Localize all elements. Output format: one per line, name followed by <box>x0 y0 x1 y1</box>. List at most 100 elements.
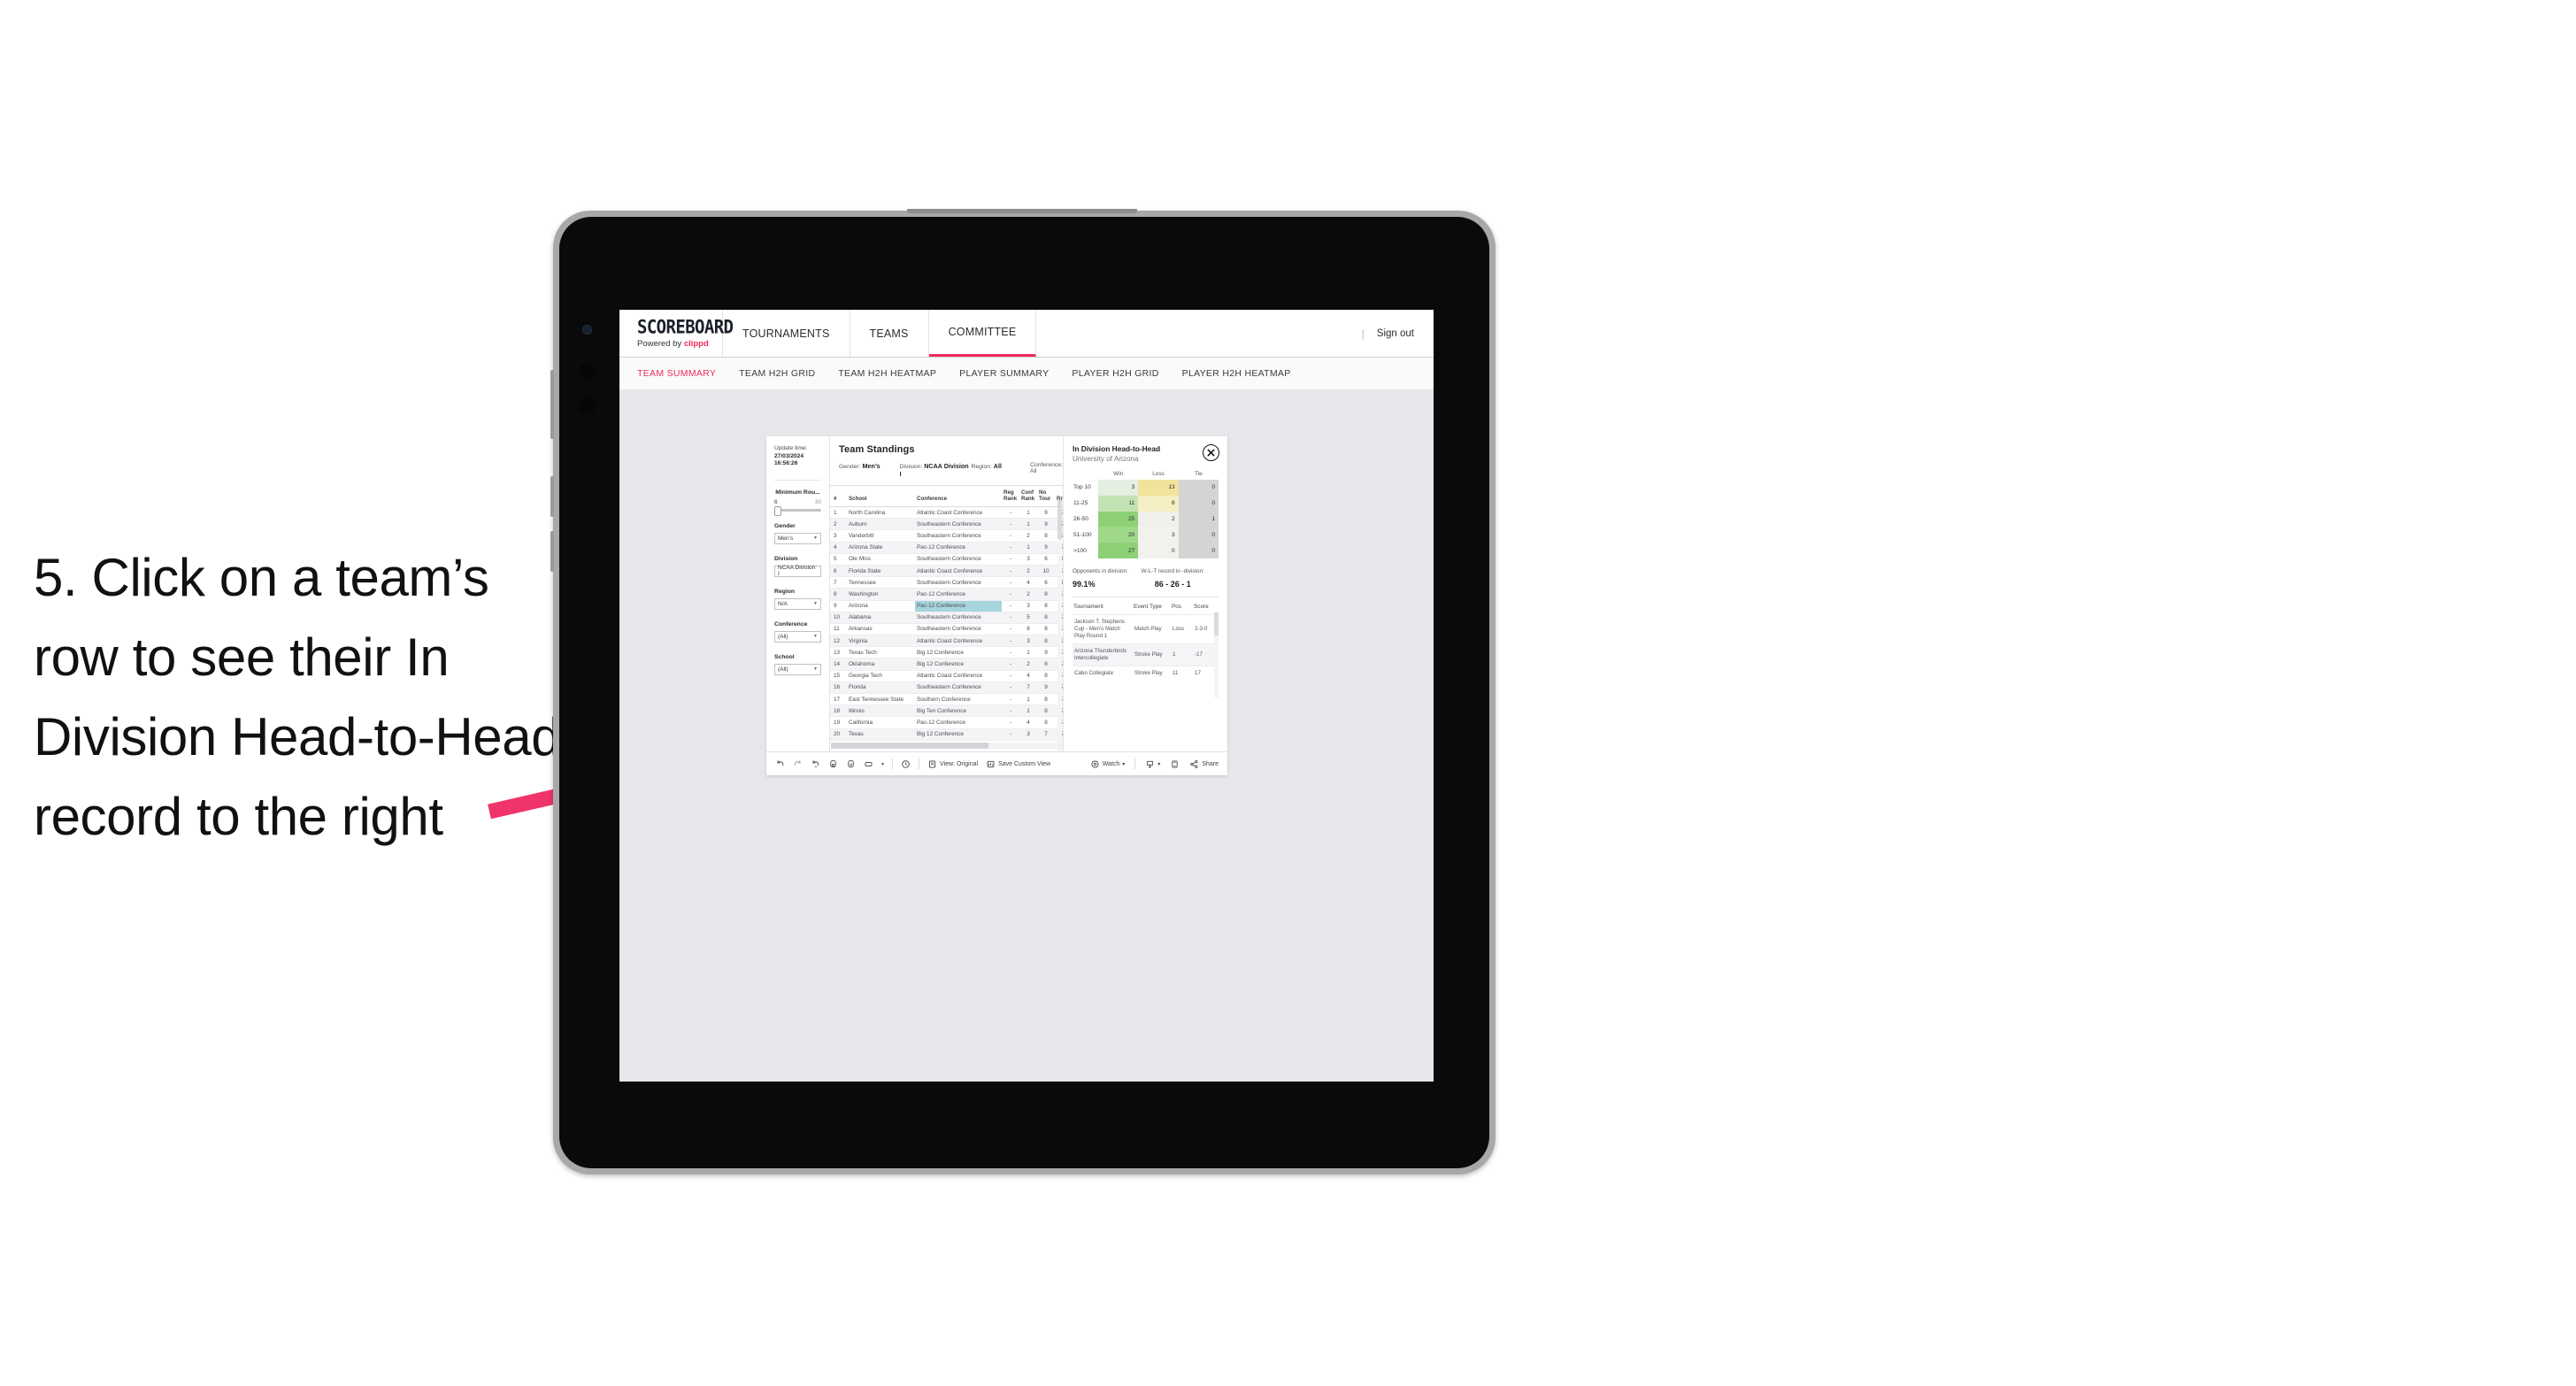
cell-conf-rank: 3 <box>1019 728 1037 741</box>
table-row[interactable]: 16FloridaSoutheastern Conference-79244 <box>830 681 1063 695</box>
tab-player-summary[interactable]: PLAYER SUMMARY <box>959 368 1049 379</box>
cell-conf-rank: 4 <box>1019 576 1037 589</box>
refresh-data-icon[interactable] <box>828 759 838 769</box>
h2h-row[interactable]: 51-100 20 3 0 <box>1073 527 1219 543</box>
device-layout-icon[interactable] <box>864 759 873 769</box>
table-row[interactable]: 2AuburnSoutheastern Conference-19276 <box>830 518 1063 531</box>
tournaments-scrollbar[interactable] <box>1214 612 1219 697</box>
standings-table-wrap: # School Conference Reg Rank Conf Rank N… <box>830 485 1063 751</box>
tournament-row[interactable]: Cabo Collegiate Stroke Play 11 17 <box>1073 665 1219 681</box>
table-row[interactable]: 4Arizona StatePac-12 Conference-19261 <box>830 542 1063 554</box>
standings-horizontal-scrollbar[interactable] <box>831 743 1063 749</box>
min-rounds-slider-handle[interactable] <box>774 505 781 516</box>
gender-select[interactable]: Men’s ▼ <box>774 532 821 544</box>
cell-rank: 18 <box>830 705 847 718</box>
table-row[interactable]: 14OklahomaBig 12 Conference-28242 <box>830 658 1063 671</box>
table-row[interactable]: 11ArkansasSoutheastern Conference-68232 <box>830 623 1063 636</box>
cell-conf-rank: 2 <box>1019 565 1037 578</box>
col-conf-rank[interactable]: Conf Rank <box>1019 486 1037 507</box>
redo-icon[interactable] <box>793 759 803 769</box>
share-button[interactable]: Share <box>1189 759 1219 769</box>
table-row[interactable]: 12VirginiaAtlantic Coast Conference-3824… <box>830 635 1063 648</box>
cell-conference: Atlantic Coast Conference <box>915 670 1002 682</box>
region-select[interactable]: N/A ▼ <box>774 597 821 610</box>
col-reg-rank[interactable]: Reg Rank <box>1002 486 1019 507</box>
h2h-row[interactable]: >100 27 0 0 <box>1073 543 1219 558</box>
tablet-device-frame: SCOREBOARD Powered by clippd TOURNAMENTS… <box>550 209 1496 1174</box>
tab-team-h2h-heatmap[interactable]: TEAM H2H HEATMAP <box>838 368 936 379</box>
cell-event-type: Stroke Play <box>1133 643 1171 666</box>
cell-conf-rank: 1 <box>1019 518 1037 531</box>
view-original-button[interactable]: View: Original <box>927 759 978 769</box>
col-pos[interactable]: Pos <box>1171 602 1193 615</box>
device-layout-caret-icon[interactable]: ▾ <box>881 761 884 767</box>
h2h-win-cell: 11 <box>1098 495 1139 512</box>
table-row[interactable]: 19CaliforniaPac-12 Conference-48242 <box>830 716 1063 729</box>
table-row[interactable]: 15 Georgia Tech Atlantic Coast Conference -… <box>830 670 1063 682</box>
save-custom-view-button[interactable]: Save Custom View <box>986 759 1050 769</box>
table-row[interactable]: 7TennesseeSoutheastern Conference-46182 <box>830 576 1063 589</box>
pause-updates-icon[interactable] <box>846 759 856 769</box>
brand-logo[interactable]: SCOREBOARD Powered by clippd <box>619 310 734 357</box>
col-event-type[interactable]: Event Type <box>1133 602 1171 615</box>
table-row[interactable]: 3VanderbiltSoutheastern Conference-28235 <box>830 529 1063 543</box>
h2h-row[interactable]: 26-50 25 2 1 <box>1073 511 1219 527</box>
min-rounds-slider[interactable] <box>774 505 821 516</box>
col-school[interactable]: School <box>847 486 915 507</box>
cell-conference: Big Ten Conference <box>915 705 1002 718</box>
nav-committee[interactable]: COMMITTEE <box>928 310 1037 357</box>
scroll-thumb[interactable] <box>831 743 988 749</box>
cell-conference: Atlantic Coast Conference <box>915 565 1002 578</box>
col-rank[interactable]: # <box>830 486 847 507</box>
table-row[interactable]: 1 North Carolina Atlantic Coast Conference… <box>830 506 1063 520</box>
watch-button[interactable]: Watch ▾ <box>1090 759 1125 769</box>
school-select[interactable]: (All) ▼ <box>774 663 821 675</box>
watch-icon <box>1091 759 1099 768</box>
app-header: SCOREBOARD Powered by clippd TOURNAMENTS… <box>619 310 1434 358</box>
revert-icon[interactable] <box>811 759 820 769</box>
nav-teams[interactable]: TEAMS <box>850 310 929 357</box>
cell-reg-rank: - <box>1002 670 1019 682</box>
conference-select[interactable]: (All) ▼ <box>774 630 821 643</box>
cell-no-tour: 8 <box>1037 693 1055 706</box>
table-row[interactable]: 20TexasBig 12 Conference-37200 <box>830 728 1063 741</box>
scroll-thumb[interactable] <box>1057 500 1062 539</box>
tab-player-h2h-grid[interactable]: PLAYER H2H GRID <box>1072 368 1158 379</box>
cell-rank: 13 <box>830 646 847 659</box>
table-row[interactable]: 9ArizonaPac-12 Conference-38232 <box>830 600 1063 612</box>
table-row[interactable]: 18IllinoisBig Ten Conference-18233 <box>830 705 1063 718</box>
scroll-thumb[interactable] <box>1214 612 1219 635</box>
h2h-tie-cell: 0 <box>1178 527 1219 543</box>
tournament-row[interactable]: Arizona Thunderbirds Intercollegiate Stro… <box>1073 643 1219 666</box>
tab-team-h2h-grid[interactable]: TEAM H2H GRID <box>739 368 815 379</box>
nav-tournaments[interactable]: TOURNAMENTS <box>723 310 850 357</box>
tab-player-h2h-heatmap[interactable]: PLAYER H2H HEATMAP <box>1182 368 1291 379</box>
table-row[interactable]: 5Ole MissSoutheastern Conference-36181 <box>830 553 1063 566</box>
close-icon[interactable] <box>1203 444 1219 461</box>
h2h-row[interactable]: Top 10 3 13 0 <box>1073 480 1219 496</box>
school-value: (All) <box>778 666 788 673</box>
h2h-row[interactable]: 11-25 11 8 0 <box>1073 495 1219 512</box>
undo-icon[interactable] <box>775 759 785 769</box>
table-row[interactable]: 13Texas TechBig 12 Conference-19272 <box>830 646 1063 659</box>
sign-out-link[interactable]: Sign out <box>1377 328 1414 339</box>
table-row[interactable]: 8WashingtonPac-12 Conference-28231 <box>830 588 1063 601</box>
download-button[interactable]: ▾ <box>1145 759 1160 769</box>
cell-no-tour: 8 <box>1037 600 1055 612</box>
division-select[interactable]: NCAA Division I <box>774 565 821 577</box>
tab-team-summary[interactable]: TEAM SUMMARY <box>637 368 716 379</box>
table-row[interactable]: 17 East Tennessee State Southern Conferenc… <box>830 693 1063 706</box>
col-conference[interactable]: Conference <box>915 486 1002 507</box>
h2h-subtitle: University of Arizona <box>1073 455 1139 463</box>
fullscreen-icon[interactable] <box>1170 759 1180 769</box>
alert-icon[interactable] <box>901 759 911 769</box>
col-no-tour[interactable]: No Tour <box>1037 486 1055 507</box>
cell-conf-rank: 1 <box>1019 693 1037 706</box>
cell-school: Alabama <box>847 612 915 624</box>
chevron-down-icon: ▼ <box>813 601 818 606</box>
table-row[interactable]: 10AlabamaSoutheastern Conference-58233 <box>830 612 1063 624</box>
tournament-row[interactable]: Jackson T. Stephens Cup - Men’s Match Pl… <box>1073 613 1219 644</box>
col-tournament[interactable]: Tournament <box>1073 602 1133 615</box>
standings-vertical-scrollbar[interactable] <box>1057 500 1062 751</box>
table-row[interactable]: 6 Florida State Atlantic Coast Conference -… <box>830 565 1063 578</box>
